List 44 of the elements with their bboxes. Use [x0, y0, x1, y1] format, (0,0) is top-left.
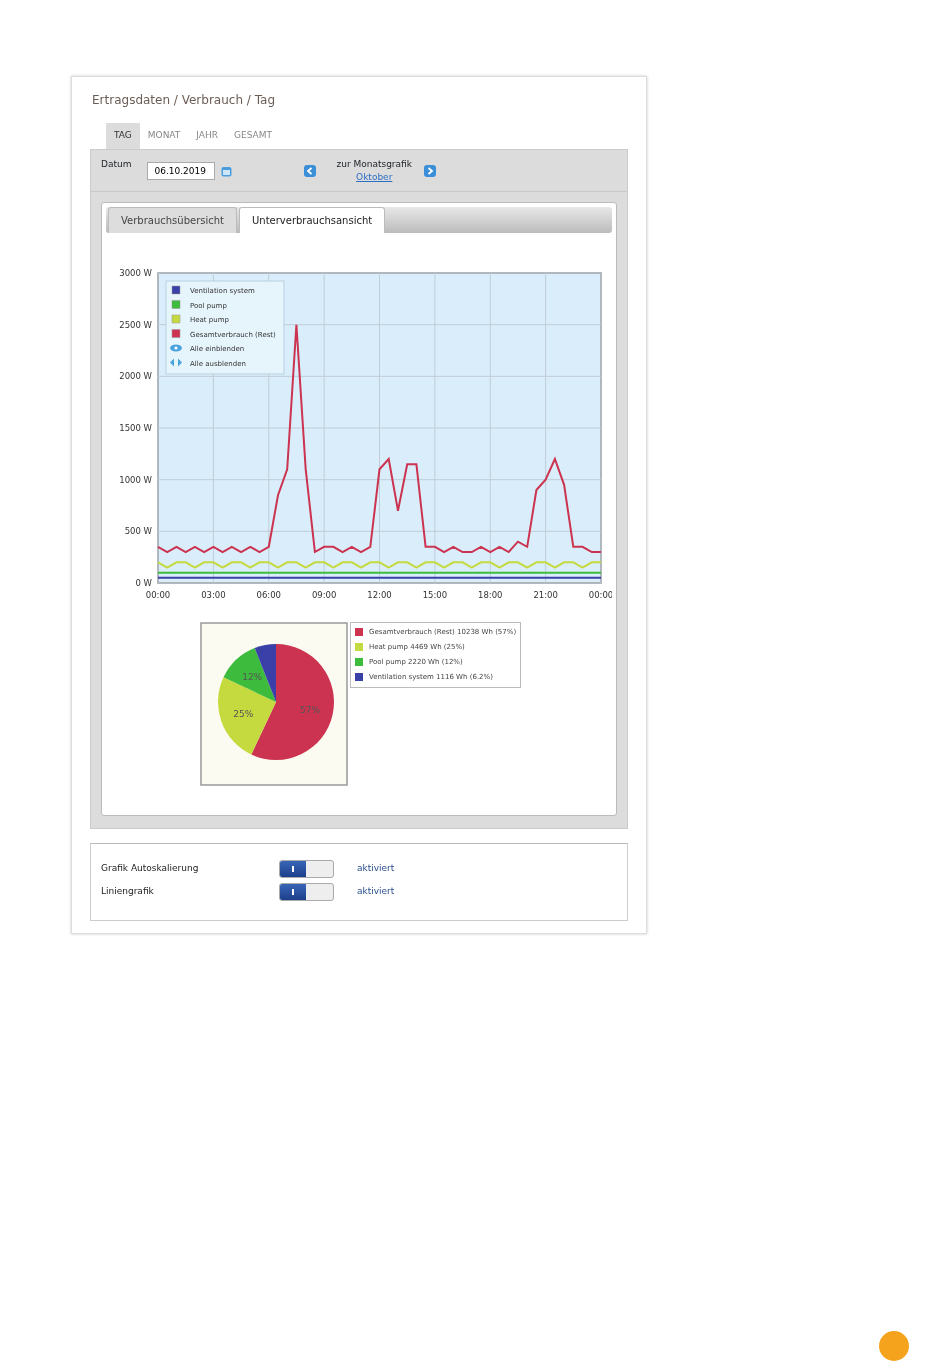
legend-swatch[interactable]: [171, 285, 181, 294]
status-text: aktiviert: [357, 885, 395, 899]
x-axis-label: 12:00: [367, 589, 392, 600]
period-tab[interactable]: JAHR: [188, 123, 226, 149]
toggle-switch[interactable]: [279, 860, 334, 878]
x-axis-label: 00:00: [588, 589, 612, 600]
date-label: Datum: [101, 157, 132, 171]
page-marker-dot: [879, 1331, 909, 1361]
setting-label: Grafik Autoskalierung: [101, 862, 200, 876]
period-tab[interactable]: MONAT: [139, 123, 189, 149]
y-axis-label: 1000 W: [119, 474, 152, 485]
y-axis-label: 2500 W: [119, 319, 152, 330]
y-axis-label: 0 W: [135, 577, 152, 588]
x-axis-label: 21:00: [533, 589, 558, 600]
view-tab[interactable]: Unterverbrauchsansicht: [239, 206, 386, 233]
x-axis-label: 06:00: [256, 589, 281, 600]
date-input[interactable]: 06.10.2019: [147, 162, 216, 180]
arrows-icon[interactable]: [170, 358, 182, 366]
status-text: aktiviert: [357, 862, 395, 876]
breadcrumb-title: Ertragsdaten / Verbrauch / Tag: [92, 92, 276, 109]
period-tab[interactable]: TAG: [106, 123, 140, 149]
view-tab[interactable]: Verbrauchsübersicht: [108, 206, 237, 233]
x-axis-label: 00:00: [145, 589, 171, 600]
eye-icon[interactable]: [170, 344, 182, 351]
slice-label: 57%: [299, 704, 320, 715]
x-axis-label: 18:00: [478, 589, 503, 600]
x-axis-label: 15:00: [422, 589, 448, 600]
x-axis-label: 03:00: [201, 589, 226, 600]
month-chart-label: zur Monatsgrafik: [336, 157, 412, 171]
calendar-icon[interactable]: [221, 165, 233, 177]
toggle-switch[interactable]: [279, 883, 334, 901]
y-axis-label: 500 W: [124, 525, 152, 536]
setting-label: Liniengrafik: [101, 885, 155, 899]
y-axis-label: 3000 W: [119, 267, 152, 278]
x-axis-label: 09:00: [311, 589, 337, 600]
legend-swatch[interactable]: [171, 328, 181, 338]
legend-swatch[interactable]: [171, 299, 181, 309]
month-link[interactable]: Oktober: [356, 171, 393, 185]
y-axis-label: 1500 W: [119, 422, 152, 433]
slice-label: 25%: [233, 708, 254, 719]
y-axis-label: 2000 W: [119, 370, 152, 381]
slice-label: 12%: [242, 671, 263, 682]
period-tab[interactable]: GESAMT: [226, 123, 280, 149]
legend-swatch[interactable]: [171, 314, 181, 323]
